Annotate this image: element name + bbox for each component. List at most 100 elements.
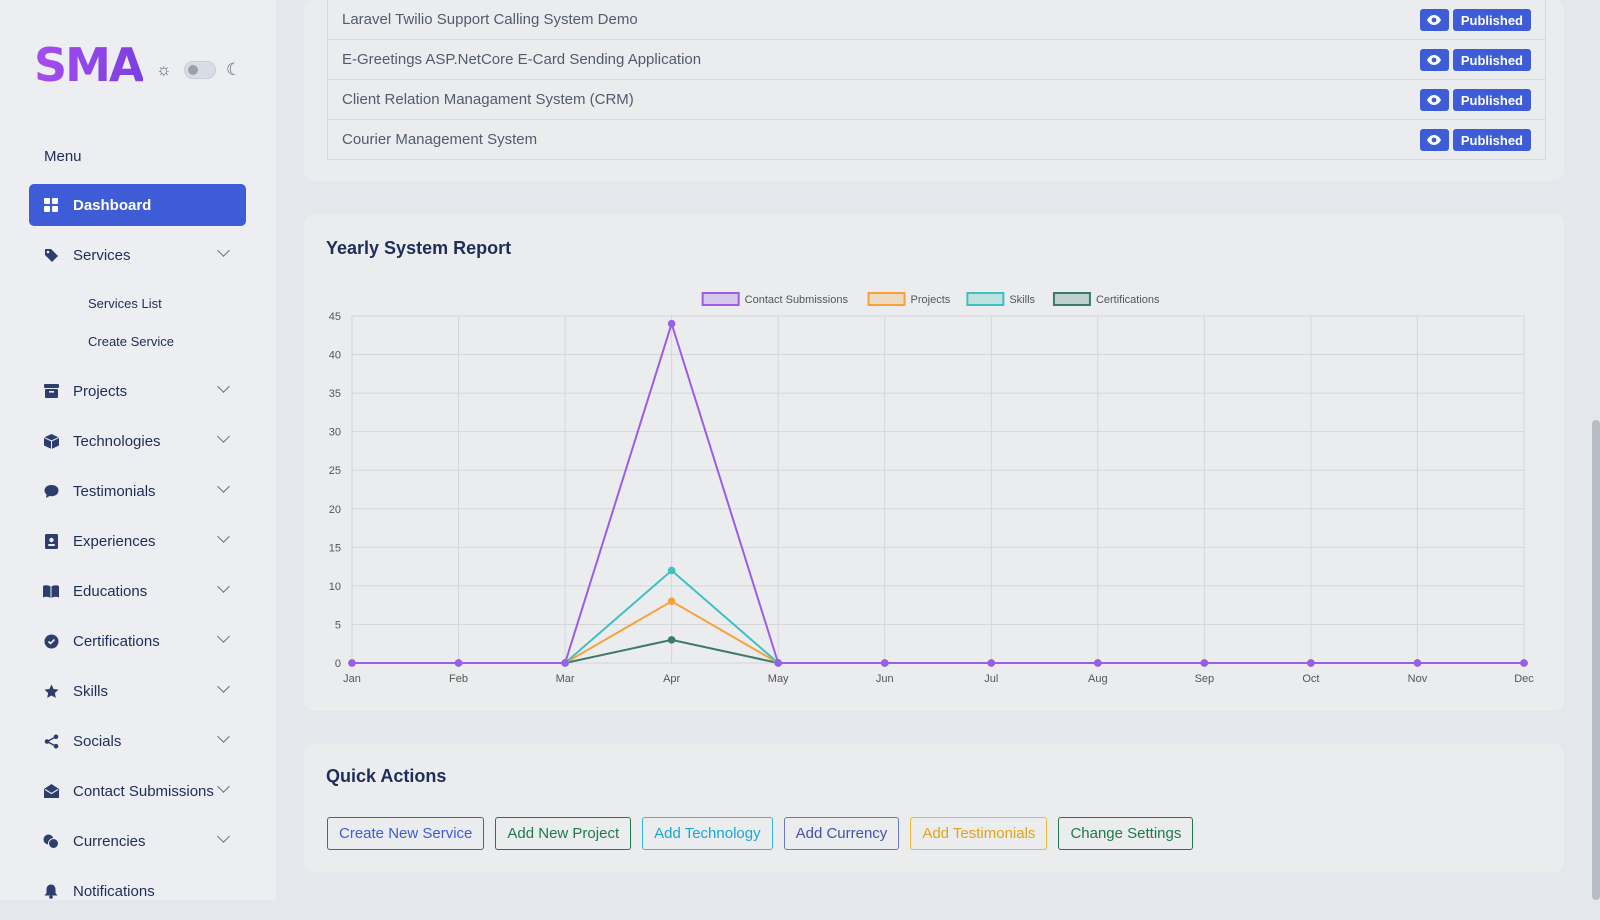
- x-tick-label: Jul: [984, 673, 998, 685]
- sidebar-nav: Dashboard Services Services List Create …: [29, 184, 246, 920]
- status-badge: Published: [1452, 49, 1531, 71]
- create-new-service-button[interactable]: Create New Service: [327, 817, 485, 850]
- y-tick-label: 20: [329, 504, 341, 516]
- project-name: Courier Management System: [342, 131, 538, 148]
- legend-label: Contact Submissions: [745, 294, 849, 306]
- data-point: [667, 319, 676, 328]
- moon-icon: ☾: [226, 60, 242, 79]
- sidebar-subitem-create-service[interactable]: Create Service: [29, 322, 246, 360]
- view-button[interactable]: [1419, 9, 1449, 31]
- series-line: [352, 638, 1524, 664]
- sidebar-item-contact-submissions[interactable]: Contact Submissions: [29, 770, 246, 812]
- sidebar-item-notifications[interactable]: Notifications: [29, 870, 246, 912]
- row-actions: Published: [1419, 129, 1531, 151]
- logo[interactable]: SMA: [34, 38, 145, 92]
- sidebar-item-services[interactable]: Services: [29, 234, 246, 276]
- chat-icon: [43, 483, 59, 499]
- row-actions: Published: [1419, 49, 1531, 71]
- legend-swatch: [867, 292, 906, 306]
- table-row: E-Greetings ASP.NetCore E-Card Sending A…: [328, 39, 1545, 79]
- y-tick-label: 45: [329, 311, 341, 323]
- sidebar-item-label: Contact Submissions: [73, 782, 214, 800]
- sidebar-item-label: Skills: [73, 682, 109, 700]
- page-scrollbar[interactable]: [1592, 420, 1600, 900]
- y-tick-label: 15: [329, 542, 341, 554]
- eye-icon: [1427, 135, 1442, 145]
- sidebar-item-label: Dashboard: [73, 196, 152, 214]
- sidebar-item-currencies[interactable]: Currencies: [29, 820, 246, 862]
- tag-icon: [43, 247, 59, 263]
- theme-toggle[interactable]: [184, 61, 216, 79]
- add-new-project-button[interactable]: Add New Project: [495, 817, 632, 850]
- sidebar-item-label: Experiences: [73, 532, 156, 550]
- add-currency-button[interactable]: Add Currency: [783, 817, 900, 850]
- add-testimonials-button[interactable]: Add Testimonials: [910, 817, 1048, 850]
- status-badge: Published: [1452, 89, 1531, 111]
- data-point: [1307, 659, 1315, 667]
- bell-icon: [43, 883, 59, 899]
- sidebar-item-label: Socials: [73, 732, 122, 750]
- quick-actions-title: Quick Actions: [326, 766, 447, 786]
- x-tick-label: Apr: [663, 673, 680, 685]
- sidebar-item-skills[interactable]: Skills: [29, 670, 246, 712]
- y-tick-label: 25: [329, 465, 341, 477]
- sidebar-item-educations[interactable]: Educations: [29, 570, 246, 612]
- x-tick-label: Dec: [1514, 673, 1534, 685]
- sidebar-subitem-services-list[interactable]: Services List: [29, 284, 246, 322]
- chevron-down-icon: [217, 530, 230, 543]
- y-tick-label: 40: [329, 350, 341, 362]
- x-tick-label: Jun: [876, 673, 894, 685]
- chevron-down-icon: [217, 830, 230, 843]
- sun-icon: ☼: [156, 60, 172, 79]
- data-point: [774, 659, 782, 667]
- x-tick-label: Jan: [343, 673, 361, 685]
- projects-table: Laravel Twilio Support Calling System De…: [327, 0, 1546, 160]
- x-tick-label: Sep: [1195, 673, 1215, 685]
- yearly-report-card: Yearly System Report 0 5 10 15 20 25 30 35 40 45 J…: [304, 214, 1564, 711]
- data-point: [667, 566, 676, 575]
- add-technology-button[interactable]: Add Technology: [642, 817, 773, 850]
- chevron-down-icon: [217, 580, 230, 593]
- sidebar-item-testimonials[interactable]: Testimonials: [29, 470, 246, 512]
- sidebar-item-technologies[interactable]: Technologies: [29, 420, 246, 462]
- data-point: [454, 659, 463, 667]
- view-button[interactable]: [1419, 89, 1449, 111]
- sidebar-item-label: Currencies: [73, 832, 146, 850]
- quick-actions-buttons: Create New Service Add New Project Add T…: [327, 817, 1194, 850]
- sidebar-item-projects[interactable]: Projects: [29, 370, 246, 412]
- view-button[interactable]: [1419, 49, 1449, 71]
- x-tick-label: Mar: [556, 673, 575, 685]
- sidebar-item-certifications[interactable]: Certifications: [29, 620, 246, 662]
- change-settings-button[interactable]: Change Settings: [1058, 817, 1194, 850]
- legend-swatch: [966, 292, 1005, 306]
- sidebar-item-label: Testimonials: [73, 482, 156, 500]
- data-point: [1200, 659, 1209, 667]
- data-point: [880, 659, 889, 667]
- data-point: [667, 636, 676, 644]
- yearly-report-chart: 0 5 10 15 20 25 30 35 40 45 Jan Feb Mar Apr May Jun Jul A…: [329, 292, 1534, 685]
- eye-icon: [1427, 15, 1442, 25]
- brand: SMA: [34, 38, 145, 92]
- status-badge: Published: [1452, 9, 1531, 31]
- id-badge-icon: [43, 533, 59, 549]
- x-tick-label: Nov: [1408, 673, 1428, 685]
- sidebar-item-dashboard[interactable]: Dashboard: [29, 184, 246, 226]
- menu-title: Menu: [44, 148, 82, 165]
- book-icon: [43, 583, 59, 599]
- table-row: Laravel Twilio Support Calling System De…: [328, 0, 1545, 39]
- series-line: [352, 322, 1524, 664]
- table-row: Client Relation Managament System (CRM) …: [328, 79, 1545, 119]
- y-tick-label: 0: [335, 658, 341, 670]
- y-tick-label: 5: [335, 619, 341, 631]
- chevron-down-icon: [217, 680, 230, 693]
- view-button[interactable]: [1419, 129, 1449, 151]
- sidebar-item-socials[interactable]: Socials: [29, 720, 246, 762]
- sidebar-item-experiences[interactable]: Experiences: [29, 520, 246, 562]
- data-point: [987, 659, 996, 667]
- sidebar-item-label: Educations: [73, 582, 148, 600]
- data-point: [1413, 659, 1422, 667]
- data-point: [667, 597, 676, 606]
- chevron-down-icon: [217, 430, 230, 443]
- data-point: [561, 659, 569, 667]
- legend-label: Certifications: [1096, 294, 1160, 306]
